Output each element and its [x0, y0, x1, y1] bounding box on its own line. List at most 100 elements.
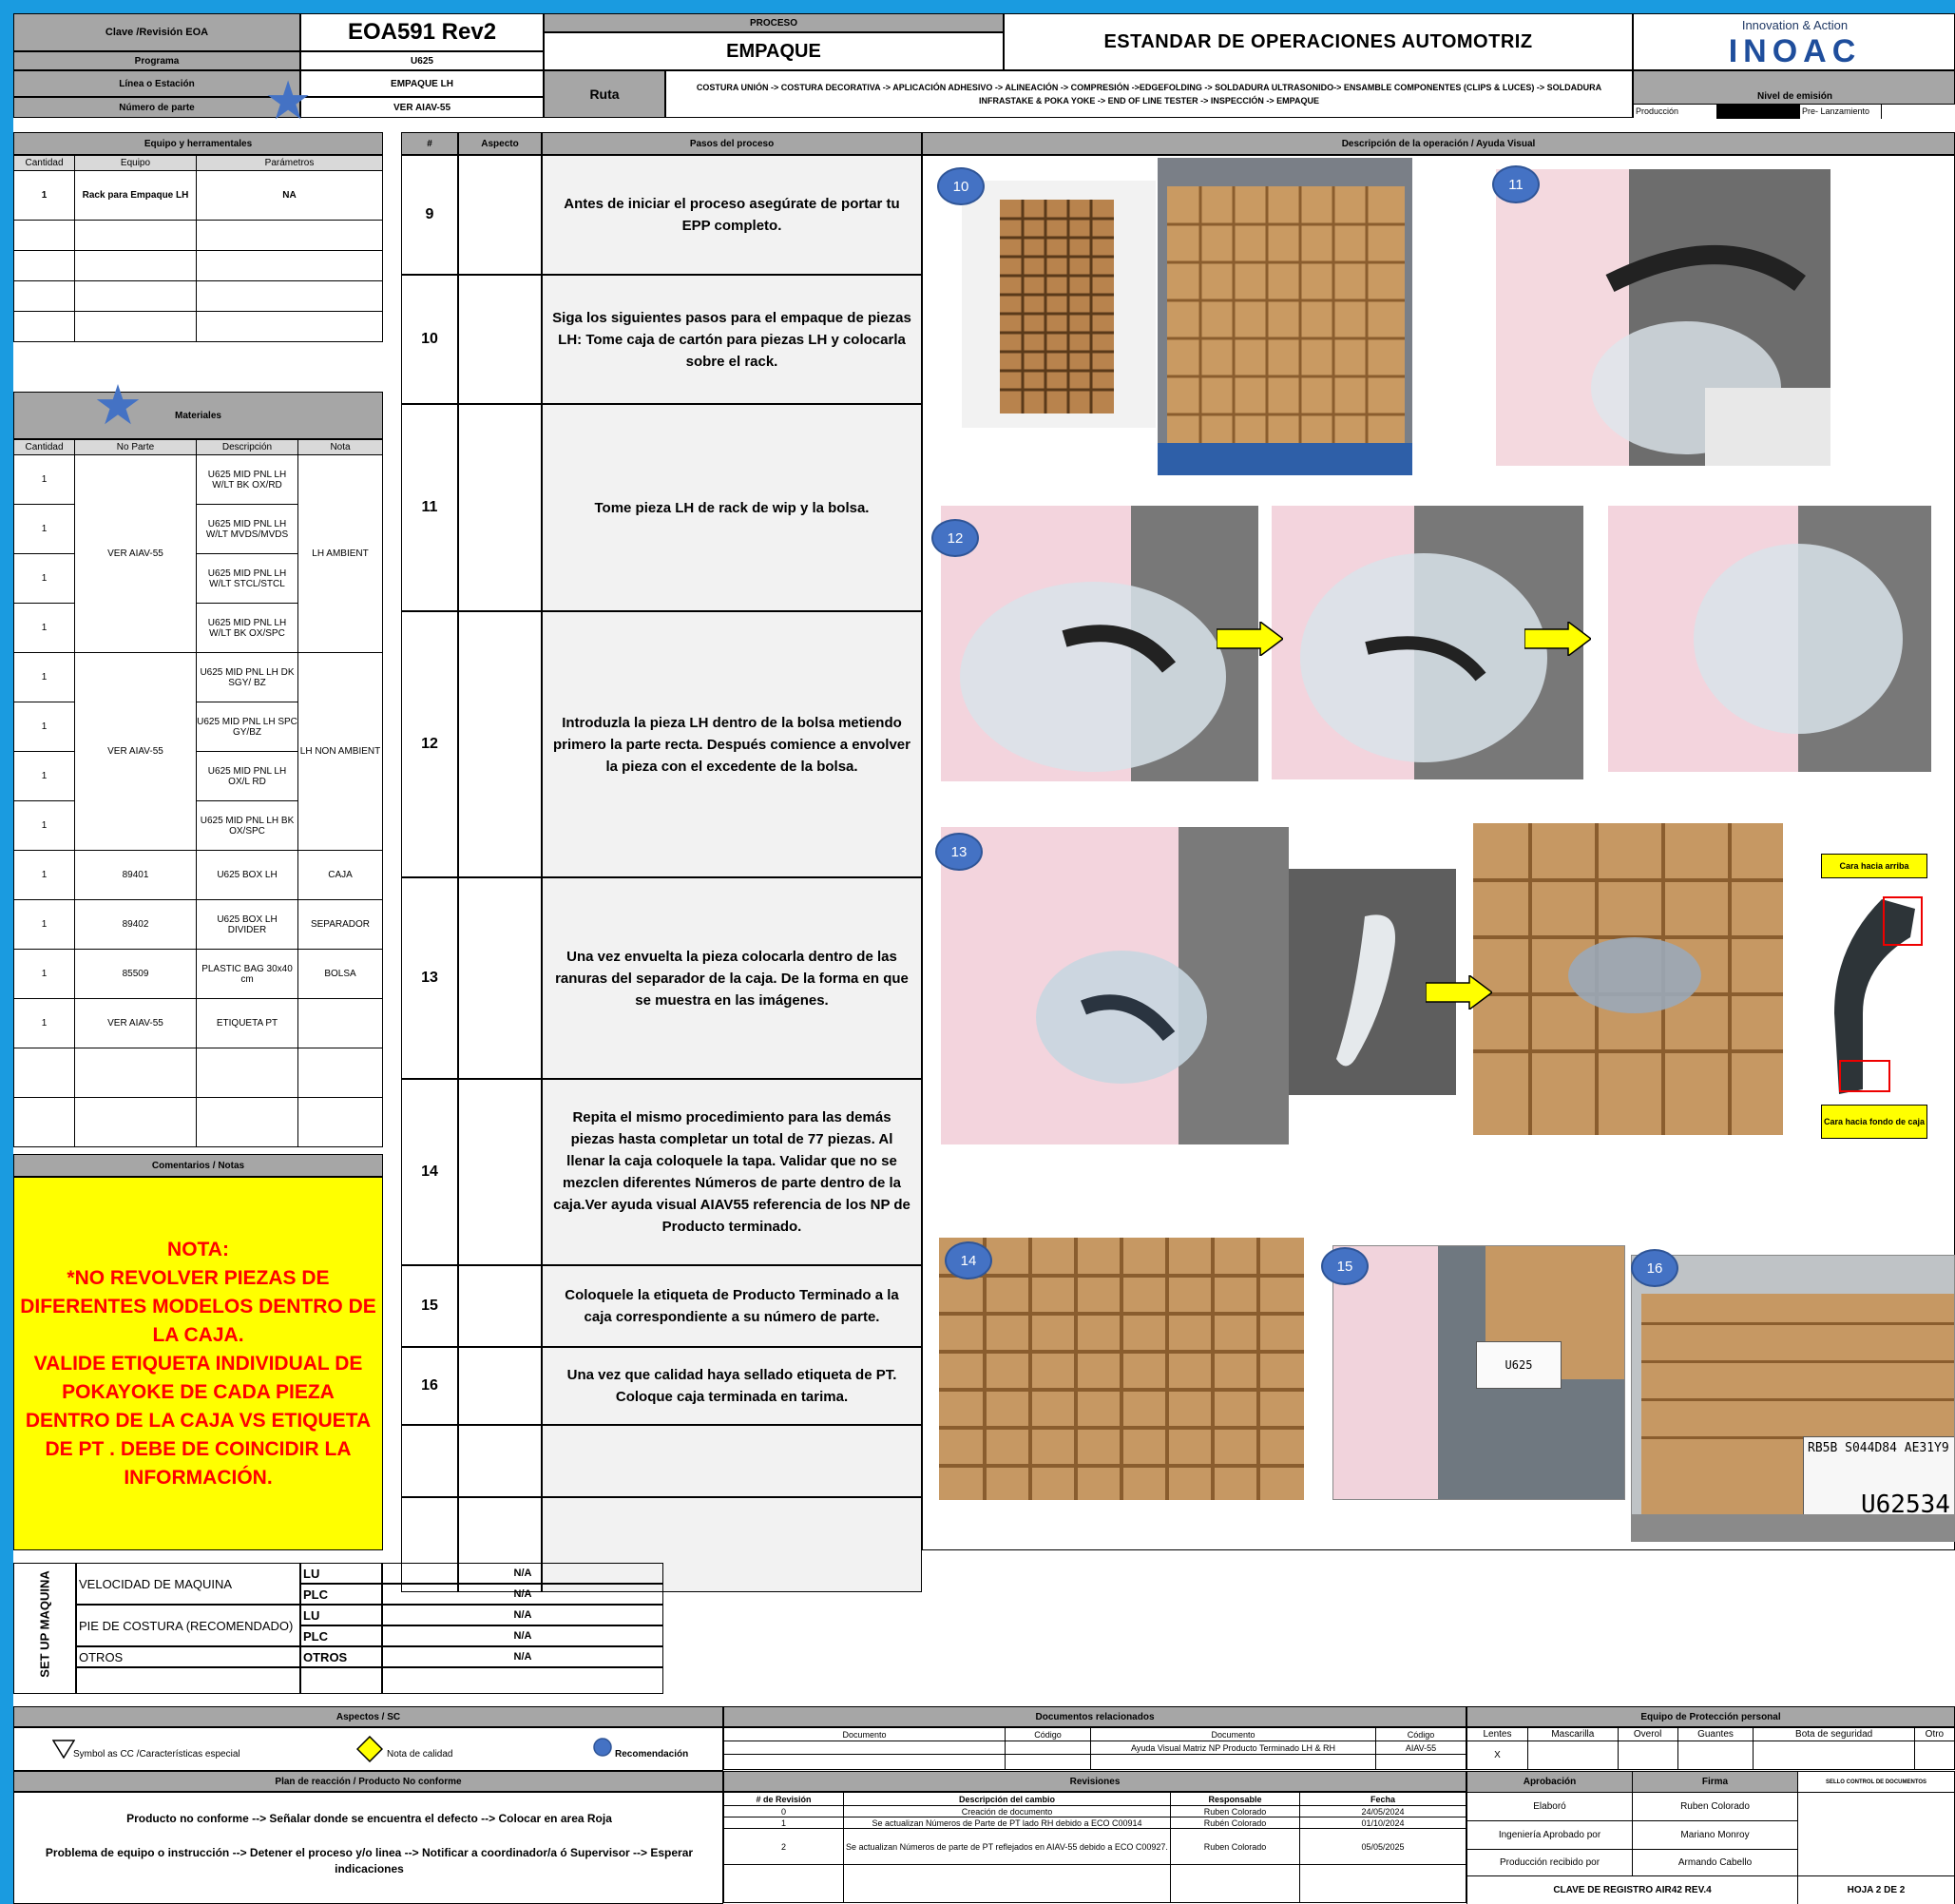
equipo-header: Equipo [74, 155, 197, 171]
left-band [0, 13, 13, 1904]
pasos-header-desc: Descripción de la operación / Ayuda Visu… [922, 132, 1955, 155]
equipo-row [13, 311, 383, 342]
circle-icon [593, 1738, 612, 1757]
step-text: Siga los siguientes pasos para el empaqu… [542, 275, 922, 404]
numparte-value: VER AIAV-55 [300, 97, 544, 118]
step-text [542, 1425, 922, 1497]
material-row: 1 VER AIAV-55 U625 MID PNL LH W/LT BK OX… [13, 454, 383, 653]
arrow-right-icon [1426, 975, 1492, 1010]
comentarios-title: Comentarios / Notas [13, 1154, 383, 1177]
plan-line-2: Problema de equipo o instrucción --> Det… [45, 1846, 694, 1875]
symbol-cc-text: Symbol as CC /Características especial [73, 1749, 240, 1760]
step-badge: 15 [1321, 1247, 1369, 1285]
step-text: Una vez que calidad haya sellado etiquet… [542, 1347, 922, 1425]
step-number: 13 [401, 877, 458, 1079]
recomendacion-text: Recomendación [615, 1749, 689, 1760]
setup-name: OTROS [76, 1646, 300, 1667]
hoja-label: HOJA 2 DE 2 [1797, 1875, 1955, 1904]
equipo-table: Cantidad Equipo Parámetros 1 Rack para Em… [13, 155, 383, 342]
photo-insert-divider [1473, 823, 1783, 1135]
setup-value: N/A [382, 1563, 663, 1584]
epp-mark [1753, 1741, 1915, 1770]
setup-sub: LU [300, 1605, 382, 1625]
equipo-row [13, 250, 383, 281]
clave-label: Clave /Revisión EOA [13, 13, 300, 51]
epp-header: Mascarilla [1526, 1727, 1619, 1741]
step-aspecto [458, 1425, 542, 1497]
material-row: 1 VER AIAV-55 U625 MID PNL LH DK SGY/ BZ… [13, 652, 383, 851]
nota-calidad-text: Nota de calidad [387, 1749, 453, 1760]
step-aspecto [458, 275, 542, 404]
aspectos-title: Aspectos / SC [13, 1706, 723, 1727]
epp-mark [1526, 1741, 1619, 1770]
step-badge: 13 [935, 833, 983, 871]
step-aspecto [458, 1347, 542, 1425]
setup-sub: PLC [300, 1584, 382, 1605]
epp-header: Otro [1913, 1727, 1955, 1741]
step-number: 12 [401, 611, 458, 877]
setup-value: N/A [382, 1646, 663, 1667]
setup-value: N/A [382, 1584, 663, 1605]
epp-mark [1913, 1741, 1955, 1770]
label-u625: U625 [1476, 1341, 1562, 1389]
step-text: Antes de iniciar el proceso asegúrate de… [542, 155, 922, 275]
setup-side-label: SET UP MAQUINA [37, 1570, 52, 1678]
photo-boxes-pallet: RB5B S044D84 AE31Y9 U62534 [1631, 1255, 1955, 1542]
setup-value: N/A [382, 1625, 663, 1646]
step-number: 15 [401, 1265, 458, 1347]
setup-sub [300, 1667, 382, 1694]
plan-line-1: Producto no conforme --> Señalar donde s… [126, 1812, 612, 1825]
step-number: 16 [401, 1347, 458, 1425]
photo-take-part [1496, 169, 1830, 466]
label-code: RB5B S044D84 AE31Y9 [1808, 1441, 1949, 1455]
material-row: 1 VER AIAV-55 ETIQUETA PT [13, 998, 383, 1048]
equipo-title: Equipo y herramentales [13, 132, 383, 155]
nivel-produccion: Producción [1636, 106, 1679, 116]
step-badge: 10 [937, 167, 985, 205]
aprobacion-row: Elaboró Ruben Colorado [1466, 1792, 1955, 1876]
step-aspecto [458, 155, 542, 275]
star-icon: ★ [93, 375, 143, 436]
photo-place-part [941, 827, 1289, 1144]
epp-mark: X [1466, 1741, 1528, 1770]
step-aspecto [458, 1265, 542, 1347]
clave-registro: CLAVE DE REGISTRO AIR42 REV.4 [1466, 1875, 1798, 1904]
setup-sub: OTROS [300, 1646, 382, 1667]
epp-header: Lentes [1466, 1727, 1528, 1741]
material-row: 1 85509 PLASTIC BAG 30x40 cm BOLSA [13, 949, 383, 999]
linea-value: EMPAQUE LH [300, 70, 544, 97]
equipo-header: Cantidad [13, 155, 75, 171]
step-text: Introduzla la pieza LH dentro de la bols… [542, 611, 922, 877]
step-number [401, 1425, 458, 1497]
triangle-icon [52, 1740, 75, 1759]
epp-table: Lentes Mascarilla Overol Guantes Bota de seg… [1466, 1727, 1955, 1770]
epp-header: Overol [1617, 1727, 1678, 1741]
setup-name: PIE DE COSTURA (RECOMENDADO) [76, 1605, 300, 1646]
epp-mark [1617, 1741, 1678, 1770]
setup-name: VELOCIDAD DE MAQUINA [76, 1563, 300, 1605]
setup-value [382, 1667, 663, 1694]
ruta-value: COSTURA UNIÓN -> COSTURA DECORATIVA -> A… [665, 70, 1633, 118]
step-badge: 11 [1492, 165, 1540, 203]
materiales-title: Materiales [13, 392, 383, 439]
part-orientation-diagram [1834, 896, 1923, 1094]
step-number: 11 [401, 404, 458, 611]
material-row [13, 1048, 383, 1098]
photo-full-box [939, 1238, 1304, 1500]
step-badge: 12 [931, 519, 979, 557]
material-row: 1 89402 U625 BOX LH DIVIDER SEPARADOR [13, 899, 383, 950]
doc-title: ESTANDAR DE OPERACIONES AUTOMOTRIZ [1004, 13, 1633, 70]
aprobacion-table: Aprobación Firma SELLO CONTROL DE DOCUME… [1466, 1771, 1955, 1904]
equipo-row [13, 220, 383, 251]
revision-row: 0 Creación de documento Ruben Colorado 24/0… [723, 1805, 1466, 1817]
arrow-right-icon [1524, 622, 1591, 656]
revision-row: 1 Se actualizan Números de Parte de PT la… [723, 1817, 1466, 1829]
material-row: 1 89401 U625 BOX LH CAJA [13, 850, 383, 900]
pasos-header-num: # [401, 132, 458, 155]
photo-empty-divider [962, 181, 1156, 428]
equipo-row: 1 Rack para Empaque LH NA [13, 170, 383, 221]
sello-label: SELLO CONTROL DE DOCUMENTOS [1797, 1771, 1955, 1793]
proceso-label: PROCESO [544, 13, 1004, 32]
equipo-header: Parámetros [196, 155, 383, 171]
setup-value: N/A [382, 1605, 663, 1625]
